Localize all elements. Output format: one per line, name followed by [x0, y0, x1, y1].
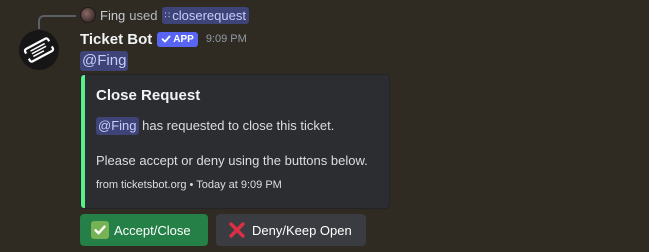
bot-avatar[interactable] [19, 30, 59, 70]
user-mention[interactable]: @Fing [80, 51, 129, 71]
embed-description-line1: @Fing has requested to close this ticket… [96, 117, 334, 135]
check-mark-emoji-icon [91, 221, 109, 239]
author-name[interactable]: Ticket Bot [80, 31, 152, 48]
message-view: Fing used ∷ closerequest Ticket Bot APP … [0, 0, 649, 252]
embed-card: Close Request @Fing has requested to clo… [80, 74, 390, 209]
app-badge: APP [157, 31, 198, 47]
cross-mark-emoji-icon [227, 220, 247, 240]
embed-description-line2: Please accept or deny using the buttons … [96, 153, 368, 168]
message-timestamp: 9:09 PM [205, 33, 247, 45]
embed-footer: from ticketsbot.org • Today at 9:09 PM [96, 179, 282, 191]
accept-button-label: Accept/Close [114, 222, 191, 238]
reply-spine [38, 15, 76, 29]
reply-username[interactable]: Fing [100, 8, 125, 23]
app-badge-label: APP [173, 33, 194, 45]
command-icon: ∷ [164, 9, 171, 20]
embed-line1-text: has requested to close this ticket. [138, 118, 335, 133]
accept-close-button[interactable]: Accept/Close [80, 214, 208, 246]
command-name: closerequest [172, 7, 246, 23]
deny-button-label: Deny/Keep Open [252, 222, 352, 238]
reply-verb: used [129, 7, 158, 23]
action-row: Accept/Close Deny/Keep Open [80, 214, 366, 246]
embed-accent-bar [81, 75, 85, 208]
embed-user-mention[interactable]: @Fing [96, 117, 139, 135]
command-used-line: Fing used ∷ closerequest [80, 6, 249, 24]
message-header: Ticket Bot APP 9:09 PM [80, 29, 247, 49]
user-mini-avatar[interactable] [80, 7, 96, 23]
message-content: @Fing [80, 51, 129, 71]
ticket-icon [23, 37, 55, 63]
verified-check-icon [161, 35, 171, 43]
deny-keep-open-button[interactable]: Deny/Keep Open [216, 214, 366, 246]
slash-command-chip[interactable]: ∷ closerequest [161, 6, 249, 24]
embed-title: Close Request [96, 87, 201, 104]
